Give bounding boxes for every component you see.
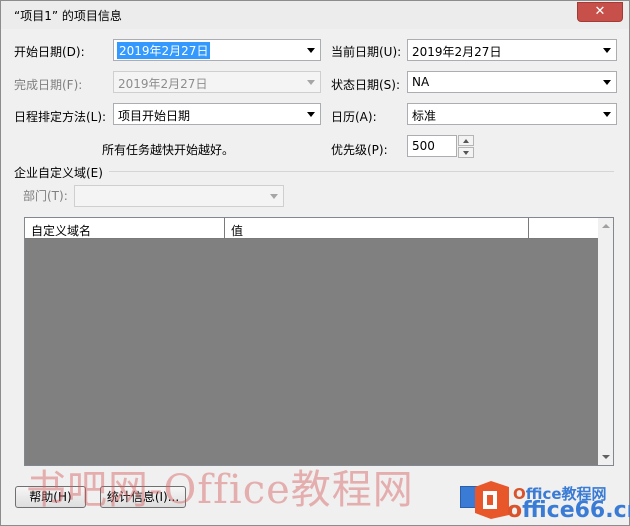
close-icon: ✕ — [594, 4, 606, 19]
office-logo-icon — [475, 481, 509, 519]
calendar-label: 日历(A): — [331, 110, 377, 124]
status-date-dropdown[interactable]: NA — [407, 71, 617, 93]
enterprise-section-label: 企业自定义域(E) — [14, 166, 103, 180]
priority-label: 优先级(P): — [331, 143, 388, 157]
calendar-dropdown[interactable]: 标准 — [407, 103, 617, 125]
column-header-field-name[interactable]: 自定义域名 — [25, 218, 225, 239]
chevron-down-icon — [603, 80, 611, 85]
schedule-from-value: 项目开始日期 — [118, 109, 191, 123]
column-header-blank — [529, 218, 598, 239]
priority-value: 500 — [412, 139, 435, 153]
schedule-from-dropdown[interactable]: 项目开始日期 — [113, 103, 321, 125]
watermark-logo-line2: office66.cn — [507, 498, 630, 523]
chevron-down-icon — [307, 80, 315, 85]
status-date-label: 状态日期(S): — [331, 78, 401, 92]
title-bar: “项目1” 的项目信息 ✕ — [1, 1, 629, 29]
chevron-down-icon — [270, 194, 278, 199]
scroll-up-icon[interactable] — [602, 224, 610, 228]
chevron-down-icon — [603, 48, 611, 53]
watermark-text: 书吧网-Office教程网 — [26, 467, 414, 513]
grid-header: 自定义域名 值 — [25, 218, 598, 239]
section-divider — [109, 171, 614, 172]
department-dropdown — [74, 185, 284, 207]
chevron-down-icon — [307, 48, 315, 53]
grid-body[interactable] — [25, 239, 598, 465]
finish-date-value: 2019年2月27日 — [118, 77, 208, 91]
current-date-dropdown[interactable]: 2019年2月27日 — [407, 39, 617, 61]
custom-fields-grid[interactable]: 自定义域名 值 — [24, 217, 614, 466]
dialog-title: “项目1” 的项目信息 — [14, 9, 122, 23]
start-date-label: 开始日期(D): — [14, 45, 85, 59]
chevron-down-icon — [463, 151, 469, 155]
priority-input[interactable]: 500 — [407, 135, 457, 157]
close-button[interactable]: ✕ — [577, 2, 623, 22]
priority-decrease-button[interactable] — [458, 147, 474, 158]
chevron-up-icon — [463, 139, 469, 143]
vertical-scrollbar[interactable] — [598, 218, 613, 465]
schedule-note: 所有任务越快开始越好。 — [102, 143, 235, 157]
start-date-dropdown[interactable]: 2019年2月27日 — [113, 39, 321, 61]
current-date-label: 当前日期(U): — [331, 45, 402, 59]
chevron-down-icon — [307, 112, 315, 117]
project-info-dialog: “项目1” 的项目信息 ✕ 开始日期(D): 2019年2月27日 完成日期(F… — [0, 0, 630, 526]
status-date-value: NA — [412, 75, 430, 89]
calendar-value: 标准 — [412, 109, 437, 123]
scroll-down-icon[interactable] — [602, 455, 610, 459]
priority-increase-button[interactable] — [458, 135, 474, 146]
schedule-from-label: 日程排定方法(L): — [14, 110, 107, 124]
start-date-value: 2019年2月27日 — [117, 42, 211, 59]
chevron-down-icon — [603, 112, 611, 117]
finish-date-label: 完成日期(F): — [14, 78, 83, 92]
column-header-value[interactable]: 值 — [225, 218, 529, 239]
department-label: 部门(T): — [23, 189, 68, 203]
finish-date-dropdown: 2019年2月27日 — [113, 71, 321, 93]
current-date-value: 2019年2月27日 — [412, 45, 502, 59]
